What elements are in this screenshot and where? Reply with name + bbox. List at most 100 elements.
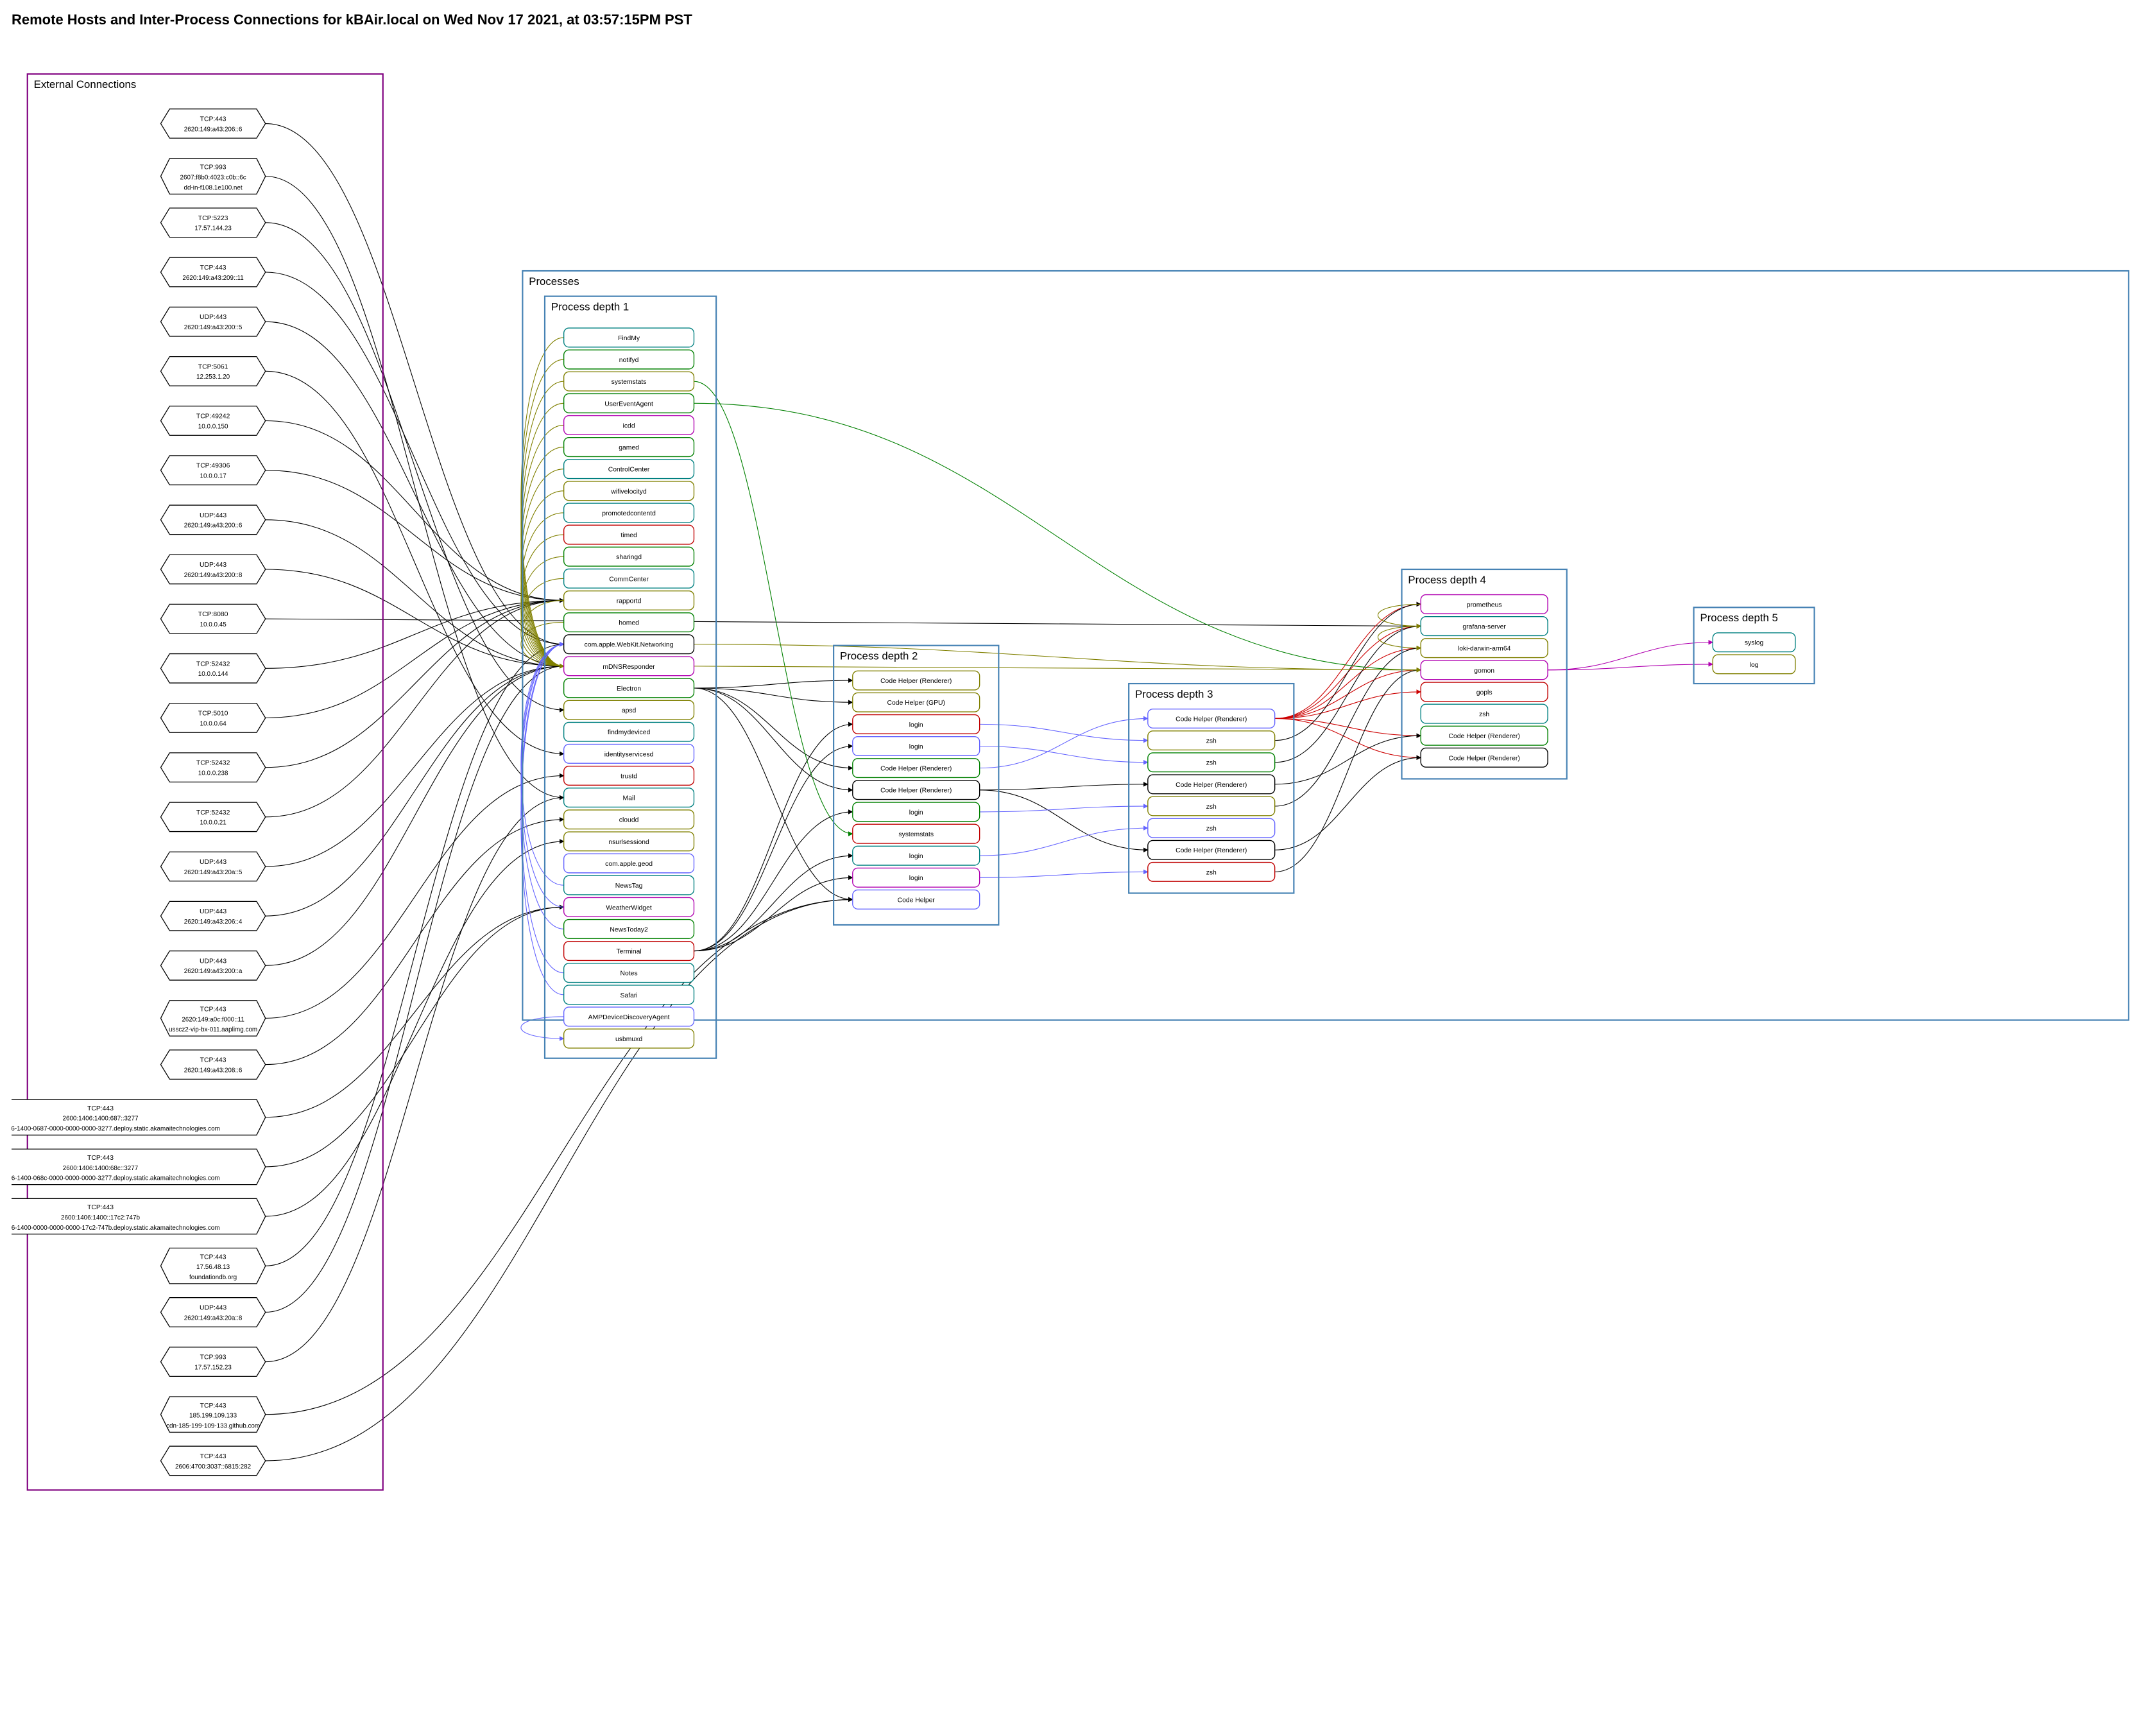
svg-text:apsd: apsd (622, 707, 637, 714)
host-h19[interactable] (160, 1050, 265, 1080)
svg-text:zsh: zsh (1479, 711, 1489, 718)
svg-text:zsh: zsh (1206, 804, 1217, 811)
host-h8[interactable] (160, 505, 265, 535)
edge (266, 644, 564, 1266)
svg-text:foundationdb.org: foundationdb.org (189, 1274, 237, 1281)
svg-text:TCP:443: TCP:443 (200, 1453, 227, 1460)
svg-text:TCP:49242: TCP:49242 (196, 413, 230, 420)
svg-text:TCP:52432: TCP:52432 (196, 809, 230, 816)
svg-text:Code Helper (GPU): Code Helper (GPU) (887, 700, 945, 707)
svg-text:TCP:443: TCP:443 (87, 1204, 114, 1211)
svg-text:10.0.0.144: 10.0.0.144 (198, 671, 228, 678)
svg-text:Code Helper (Renderer): Code Helper (Renderer) (880, 766, 952, 773)
svg-text:promotedcontentd: promotedcontentd (602, 510, 656, 517)
svg-text:UserEventAgent: UserEventAgent (604, 401, 653, 408)
edge (266, 619, 1421, 626)
svg-text:2620:149:a43:200::8: 2620:149:a43:200::8 (184, 572, 243, 579)
svg-text:10.0.0.21: 10.0.0.21 (200, 820, 227, 827)
svg-text:Mail: Mail (623, 795, 635, 802)
edge (1275, 604, 1421, 718)
edge (980, 828, 1148, 856)
svg-text:gamed: gamed (619, 445, 639, 452)
cluster-depth2-label: Process depth 2 (840, 650, 918, 662)
edge (266, 371, 564, 754)
host-h7[interactable] (160, 456, 265, 485)
host-h27[interactable] (160, 1446, 265, 1476)
svg-text:TCP:49306: TCP:49306 (196, 463, 230, 470)
host-h10[interactable] (160, 604, 265, 634)
host-h11[interactable] (160, 654, 265, 684)
diagram-canvas: External ConnectionsProcessesProcess dep… (12, 36, 2144, 1712)
svg-text:g2600-1406-1400-068c-0000-0000: g2600-1406-1400-068c-0000-0000-0000-3277… (12, 1175, 220, 1182)
host-h9[interactable] (160, 555, 265, 584)
svg-text:timed: timed (620, 532, 637, 539)
page-title: Remote Hosts and Inter-Process Connectio… (12, 12, 2144, 28)
svg-text:UDP:443: UDP:443 (200, 859, 227, 866)
svg-text:usscz2-vip-bx-011.aaplimg.com: usscz2-vip-bx-011.aaplimg.com (169, 1026, 257, 1033)
svg-text:2620:149:a43:200::a: 2620:149:a43:200::a (184, 968, 243, 975)
host-h4[interactable] (160, 307, 265, 336)
svg-text:2620:149:a43:20a::5: 2620:149:a43:20a::5 (184, 869, 243, 876)
edge (694, 746, 852, 951)
host-h16[interactable] (160, 901, 265, 931)
svg-text:TCP:993: TCP:993 (200, 164, 227, 171)
svg-text:syslog: syslog (1745, 640, 1764, 647)
edge (266, 600, 564, 668)
svg-text:WeatherWidget: WeatherWidget (606, 904, 651, 911)
cluster-depth4-label: Process depth 4 (1408, 574, 1485, 586)
diagram-svg: External ConnectionsProcessesProcess dep… (12, 36, 2144, 1712)
svg-text:identityservicesd: identityservicesd (604, 751, 654, 758)
cluster-external-label: External Connections (34, 78, 137, 91)
edge (694, 688, 852, 899)
edge (980, 872, 1148, 877)
svg-text:TCP:443: TCP:443 (87, 1155, 114, 1162)
host-h15[interactable] (160, 852, 265, 881)
edge (266, 907, 564, 1167)
host-h6[interactable] (160, 406, 265, 436)
svg-text:usbmuxd: usbmuxd (615, 1036, 642, 1043)
svg-text:NewsTag: NewsTag (615, 883, 643, 890)
host-h12[interactable] (160, 703, 265, 733)
svg-text:2620:149:a43:200::6: 2620:149:a43:200::6 (184, 522, 243, 530)
svg-text:2620:149:a43:206::6: 2620:149:a43:206::6 (184, 126, 243, 133)
svg-text:UDP:443: UDP:443 (200, 958, 227, 965)
svg-text:TCP:52432: TCP:52432 (196, 760, 230, 767)
host-h0[interactable] (160, 109, 265, 139)
edge (266, 600, 564, 767)
svg-text:2607:f8b0:4023:c0b::6c: 2607:f8b0:4023:c0b::6c (180, 175, 246, 182)
svg-text:zsh: zsh (1206, 760, 1217, 767)
host-h25[interactable] (160, 1347, 265, 1377)
host-h2[interactable] (160, 208, 265, 237)
host-h5[interactable] (160, 357, 265, 386)
svg-text:UDP:443: UDP:443 (200, 1304, 227, 1311)
svg-text:TCP:443: TCP:443 (200, 264, 227, 272)
edge (266, 223, 564, 710)
svg-text:CommCenter: CommCenter (609, 576, 649, 583)
svg-text:TCP:443: TCP:443 (200, 1254, 227, 1261)
svg-text:TCP:443: TCP:443 (200, 1057, 227, 1064)
edge (980, 746, 1148, 763)
svg-text:cdn-185-199-109-133.github.com: cdn-185-199-109-133.github.com (166, 1423, 260, 1430)
svg-text:TCP:5223: TCP:5223 (198, 215, 228, 222)
host-h13[interactable] (160, 753, 265, 782)
svg-text:Code Helper (Renderer): Code Helper (Renderer) (1448, 755, 1519, 762)
host-h17[interactable] (160, 951, 265, 981)
edge (266, 666, 564, 866)
svg-text:12.253.1.20: 12.253.1.20 (196, 374, 230, 381)
edge (1378, 604, 1421, 626)
svg-text:TCP:443: TCP:443 (87, 1105, 114, 1112)
cluster-depth3-label: Process depth 3 (1135, 688, 1213, 700)
edge (694, 680, 852, 688)
edge (521, 644, 564, 929)
svg-text:TCP:5061: TCP:5061 (198, 363, 228, 370)
svg-text:icdd: icdd (623, 422, 635, 429)
edge (1275, 736, 1421, 784)
edge (980, 806, 1148, 812)
edge (980, 724, 1148, 740)
svg-text:findmydeviced: findmydeviced (608, 729, 651, 736)
host-h3[interactable] (160, 257, 265, 287)
edge (694, 381, 852, 834)
host-h24[interactable] (160, 1298, 265, 1327)
host-h14[interactable] (160, 802, 265, 832)
svg-text:gopls: gopls (1476, 689, 1493, 696)
